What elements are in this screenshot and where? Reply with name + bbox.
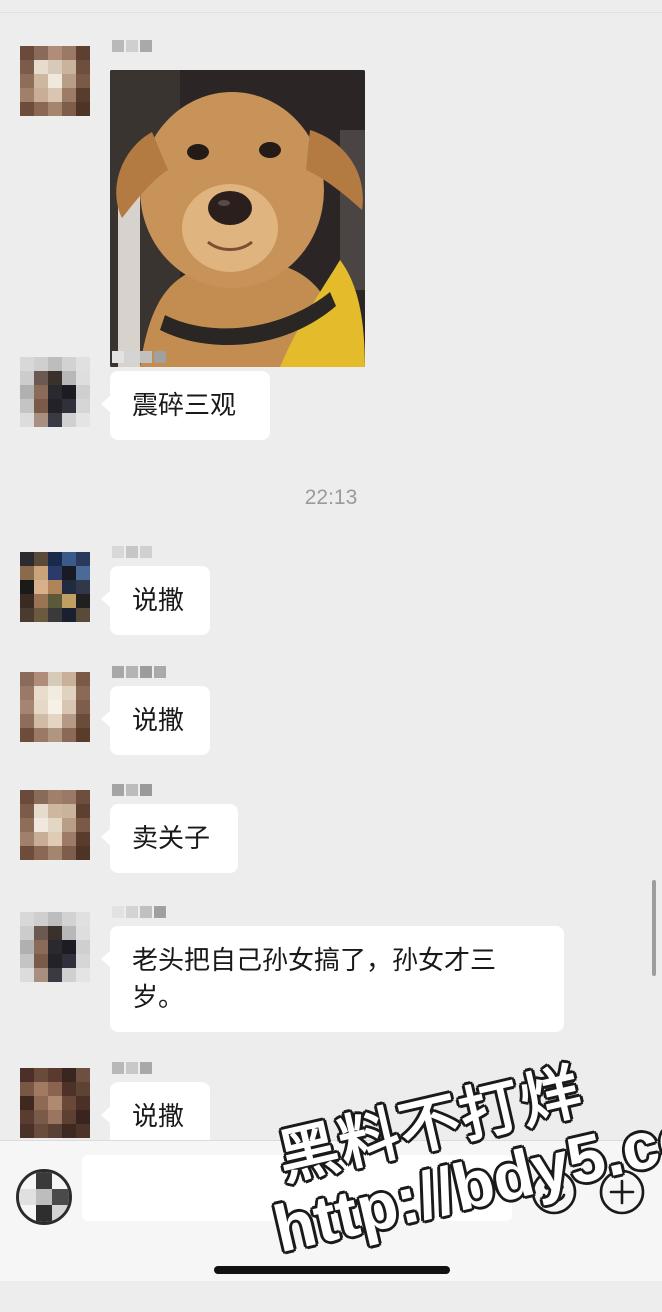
avatar[interactable]: [20, 1068, 90, 1138]
avatar[interactable]: [20, 357, 90, 427]
message-bubble[interactable]: 老头把自己孙女搞了，孙女才三岁。: [101, 926, 564, 1032]
nickname-blurred: [112, 784, 152, 796]
chat-area[interactable]: 震碎三观 22:13 说撒 说撒 卖关子 老头把自己孙女搞了，孙女才三岁。 说撒: [0, 0, 662, 1140]
avatar[interactable]: [20, 552, 90, 622]
home-indicator[interactable]: [214, 1266, 450, 1274]
scrollbar[interactable]: [652, 880, 656, 976]
avatar[interactable]: [20, 790, 90, 860]
message-bubble[interactable]: 卖关子: [101, 804, 238, 873]
avatar[interactable]: [20, 672, 90, 742]
plus-icon[interactable]: [598, 1168, 646, 1216]
nickname-blurred: [112, 546, 152, 558]
input-bar: [0, 1140, 662, 1281]
timestamp: 22:13: [304, 486, 358, 509]
emoji-icon[interactable]: [530, 1168, 578, 1216]
nickname-blurred: [112, 351, 166, 363]
dog-photo-icon: [110, 70, 365, 367]
avatar[interactable]: [20, 46, 90, 116]
divider: [0, 12, 662, 13]
nickname-blurred: [112, 1062, 152, 1074]
message-bubble[interactable]: 震碎三观: [101, 371, 270, 440]
nickname-blurred: [112, 666, 166, 678]
avatar[interactable]: [20, 912, 90, 982]
nickname-blurred: [112, 906, 166, 918]
message-input[interactable]: [82, 1155, 512, 1221]
image-message[interactable]: [110, 70, 365, 367]
nickname-blurred: [112, 40, 152, 52]
message-bubble[interactable]: 说撒: [101, 686, 210, 755]
voice-icon[interactable]: [16, 1169, 72, 1225]
message-bubble[interactable]: 说撒: [101, 566, 210, 635]
message-bubble[interactable]: 说撒: [101, 1082, 210, 1140]
